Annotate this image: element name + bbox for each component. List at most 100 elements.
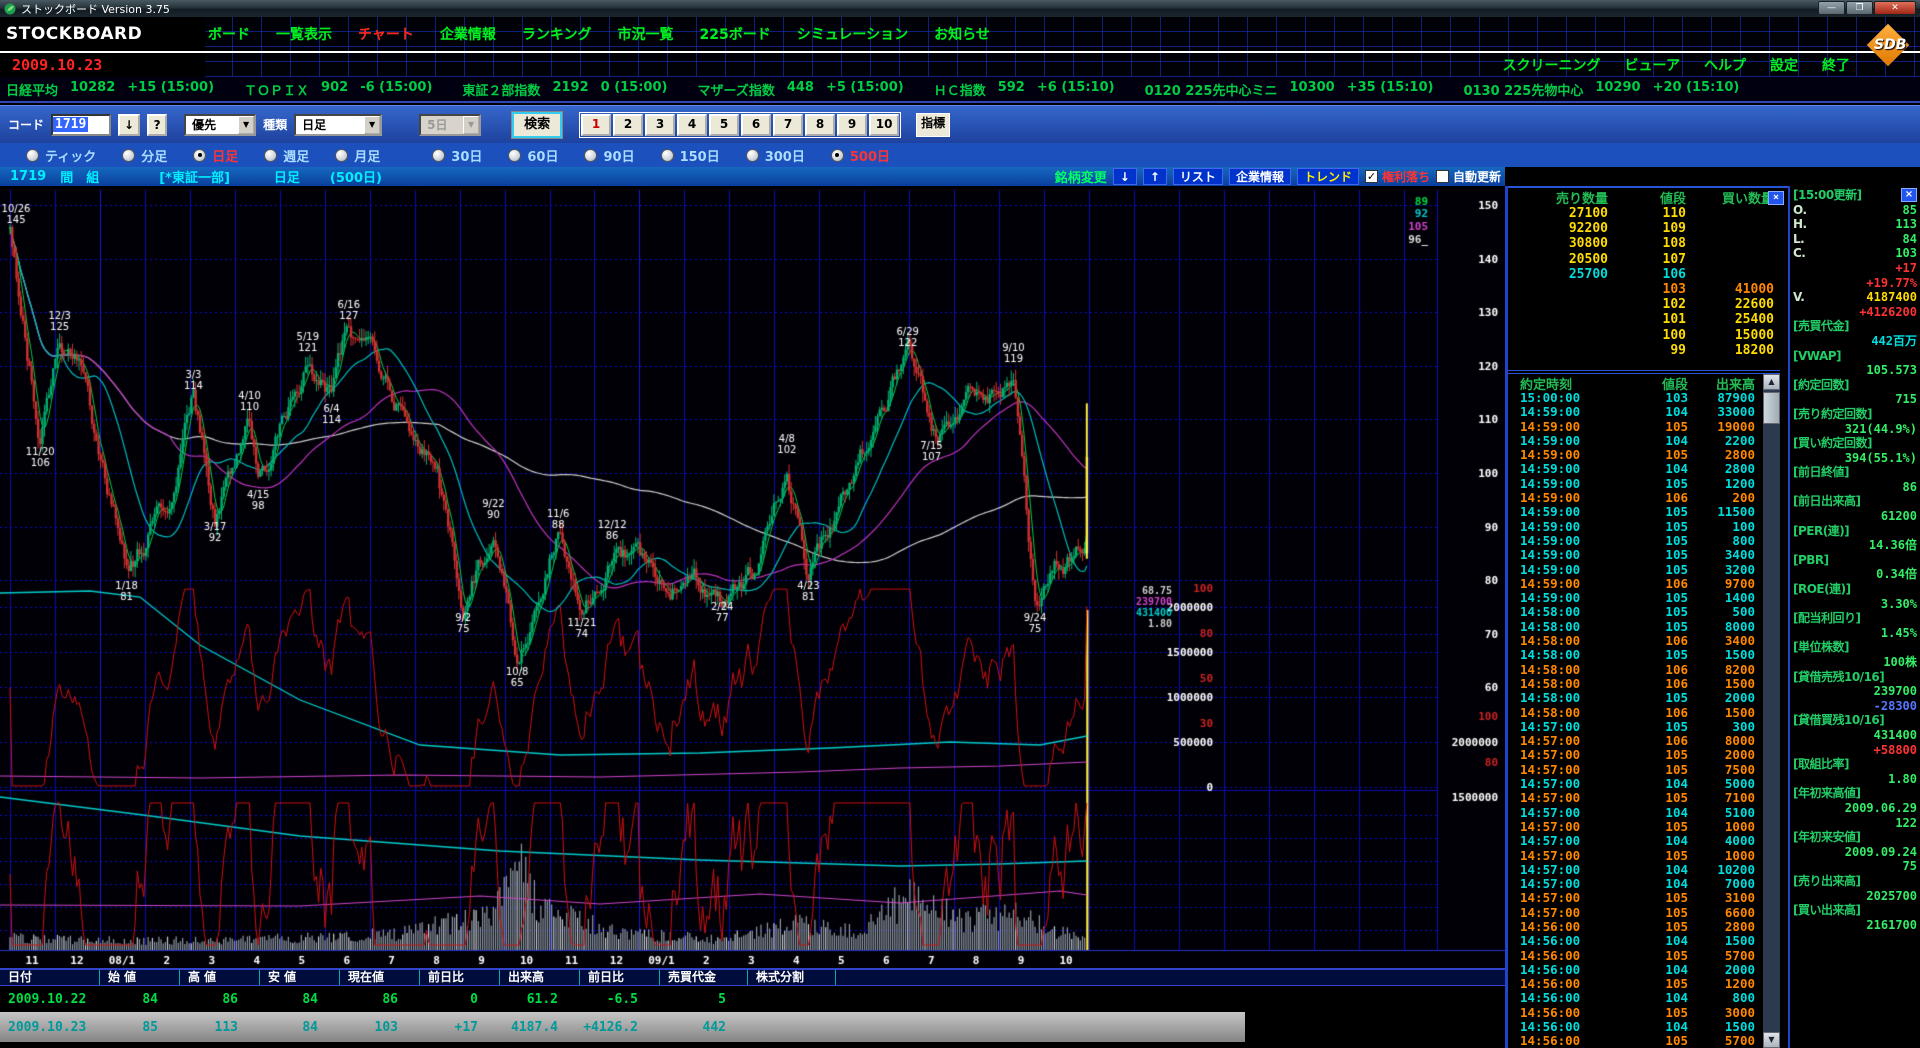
trade-time: 14:57:00 bbox=[1508, 834, 1616, 848]
page-button-3[interactable]: 3 bbox=[645, 114, 675, 136]
restore-button[interactable]: ❐ bbox=[1846, 1, 1873, 15]
radio-dot[interactable] bbox=[508, 149, 521, 162]
checkbox-1[interactable]: 自動更新 bbox=[1436, 168, 1501, 185]
radio-500日[interactable]: 500日 bbox=[831, 146, 890, 165]
radio-30日[interactable]: 30日 bbox=[432, 146, 482, 165]
chart-header-buttons: 銘柄変更 ↓ ↑ リスト企業情報トレンド ✓権利落ち自動更新 bbox=[1055, 167, 1501, 186]
radio-dot[interactable] bbox=[335, 149, 348, 162]
radio-週足[interactable]: 週足 bbox=[264, 146, 309, 165]
indicator-button[interactable]: 指標 bbox=[916, 113, 950, 137]
trade-row: 14:58:001068200 bbox=[1508, 663, 1763, 677]
chevron-down-icon[interactable]: ▼ bbox=[364, 116, 380, 134]
info-line-0: [15:00更新]× bbox=[1793, 188, 1917, 203]
page-button-9[interactable]: 9 bbox=[837, 114, 867, 136]
search-button[interactable]: 検索 bbox=[512, 112, 562, 138]
stock-chart-canvas[interactable] bbox=[0, 186, 1505, 968]
info-value: +17 bbox=[1895, 261, 1917, 276]
menu-item-4[interactable]: ランキング bbox=[522, 24, 592, 44]
summary-row-1[interactable]: 2009.10.238511384103+174187.4+4126.2442 bbox=[0, 1012, 1245, 1042]
trade-scrollbar[interactable]: ▲ ▼ bbox=[1763, 374, 1780, 1048]
radio-dot[interactable] bbox=[831, 149, 844, 162]
checkbox-box[interactable]: ✓ bbox=[1365, 170, 1378, 183]
minimize-button[interactable]: — bbox=[1818, 1, 1845, 15]
chart-button-0[interactable]: ↓ bbox=[1113, 168, 1137, 185]
scrollbar-thumb[interactable] bbox=[1763, 392, 1780, 424]
secondary-menu-item-3[interactable]: 設定 bbox=[1770, 55, 1798, 75]
secondary-menu-item-0[interactable]: スクリーニング bbox=[1503, 55, 1601, 75]
trade-row: 14:56:001055700 bbox=[1508, 949, 1763, 963]
close-icon[interactable]: × bbox=[1768, 191, 1784, 205]
trade-row: 14:56:001053000 bbox=[1508, 1006, 1763, 1020]
trade-price: 105 bbox=[1616, 420, 1688, 434]
page-button-10[interactable]: 10 bbox=[869, 114, 899, 136]
menu-item-6[interactable]: 225ボード bbox=[699, 24, 770, 44]
menu-item-5[interactable]: 市況一覧 bbox=[617, 24, 673, 44]
radio-dot[interactable] bbox=[122, 149, 135, 162]
menu-item-2[interactable]: チャート bbox=[358, 24, 414, 44]
radio-ティック[interactable]: ティック bbox=[26, 146, 96, 165]
radio-150日[interactable]: 150日 bbox=[661, 146, 720, 165]
trade-row: 14:56:00104800 bbox=[1508, 991, 1763, 1005]
menu-item-7[interactable]: シミュレーション bbox=[797, 24, 908, 44]
page-button-5[interactable]: 5 bbox=[709, 114, 739, 136]
radio-dot[interactable] bbox=[193, 149, 206, 162]
page-button-8[interactable]: 8 bbox=[805, 114, 835, 136]
radio-dot[interactable] bbox=[584, 149, 597, 162]
radio-dot[interactable] bbox=[264, 149, 277, 162]
trade-row: 14:59:001053400 bbox=[1508, 548, 1763, 562]
chart-button-3[interactable]: 企業情報 bbox=[1229, 168, 1291, 185]
close-button[interactable]: ✕ bbox=[1874, 1, 1916, 15]
code-down-button[interactable]: ↓ bbox=[118, 114, 140, 136]
menu-item-0[interactable]: ボード bbox=[208, 24, 250, 44]
radio-label: 日足 bbox=[212, 146, 238, 165]
radio-60日[interactable]: 60日 bbox=[508, 146, 558, 165]
trade-volume: 500 bbox=[1688, 605, 1763, 619]
menu-item-3[interactable]: 企業情報 bbox=[440, 24, 496, 44]
chart-button-4[interactable]: トレンド bbox=[1297, 168, 1359, 185]
radio-月足[interactable]: 月足 bbox=[335, 146, 380, 165]
page-button-1[interactable]: 1 bbox=[581, 114, 611, 136]
code-input[interactable]: 1719 bbox=[51, 114, 111, 136]
radio-dot[interactable] bbox=[746, 149, 759, 162]
price: 99 bbox=[1608, 343, 1686, 358]
page-button-6[interactable]: 6 bbox=[741, 114, 771, 136]
trade-row: 14:57:001051000 bbox=[1508, 849, 1763, 863]
window-titlebar[interactable]: ストックボード Version 3.75 — ❐ ✕ bbox=[0, 0, 1920, 17]
secondary-menu-item-2[interactable]: ヘルプ bbox=[1704, 55, 1746, 75]
buy-qty bbox=[1686, 206, 1774, 221]
timeframe-radio-bar: ティック 分足 日足 週足 月足 30日 60日 90日 150日 300日 500日 bbox=[0, 143, 1920, 167]
secondary-menu-item-1[interactable]: ビューア bbox=[1625, 55, 1680, 75]
summary-cell: 2009.10.22 bbox=[0, 992, 100, 1007]
scroll-down-icon[interactable]: ▼ bbox=[1763, 1032, 1780, 1048]
type-select[interactable]: 日足 ▼ bbox=[294, 114, 382, 136]
radio-300日[interactable]: 300日 bbox=[746, 146, 805, 165]
checkbox-0[interactable]: ✓権利落ち bbox=[1365, 168, 1430, 185]
symbol-change-label[interactable]: 銘柄変更 bbox=[1055, 167, 1107, 186]
radio-dot[interactable] bbox=[432, 149, 445, 162]
page-button-2[interactable]: 2 bbox=[613, 114, 643, 136]
info-line-46: 75 bbox=[1793, 859, 1917, 874]
page-button-4[interactable]: 4 bbox=[677, 114, 707, 136]
radio-分足[interactable]: 分足 bbox=[122, 146, 167, 165]
page-button-7[interactable]: 7 bbox=[773, 114, 803, 136]
chevron-down-icon[interactable]: ▼ bbox=[238, 116, 254, 134]
info-label: [買い出来高] bbox=[1793, 903, 1860, 918]
chart-button-2[interactable]: リスト bbox=[1173, 168, 1223, 185]
menu-item-8[interactable]: お知らせ bbox=[934, 24, 990, 44]
trade-row: 14:59:00106200 bbox=[1508, 491, 1763, 505]
radio-dot[interactable] bbox=[661, 149, 674, 162]
secondary-menu-item-4[interactable]: 終了 bbox=[1822, 55, 1850, 75]
help-button[interactable]: ? bbox=[147, 114, 167, 136]
radio-dot[interactable] bbox=[26, 149, 39, 162]
close-icon[interactable]: × bbox=[1901, 188, 1917, 202]
scroll-up-icon[interactable]: ▲ bbox=[1763, 374, 1780, 390]
priority-select[interactable]: 優先 ▼ bbox=[184, 114, 256, 136]
ticker-item-2: 東証２部指数21920 (15:00) bbox=[462, 80, 667, 99]
trade-volume: 19000 bbox=[1688, 420, 1763, 434]
chart-button-1[interactable]: ↑ bbox=[1143, 168, 1167, 185]
summary-row-0[interactable]: 2009.10.2284868486061.2-6.55 bbox=[0, 986, 1245, 1012]
checkbox-box[interactable] bbox=[1436, 170, 1449, 183]
radio-90日[interactable]: 90日 bbox=[584, 146, 634, 165]
menu-item-1[interactable]: 一覧表示 bbox=[276, 24, 332, 44]
radio-日足[interactable]: 日足 bbox=[193, 146, 238, 165]
